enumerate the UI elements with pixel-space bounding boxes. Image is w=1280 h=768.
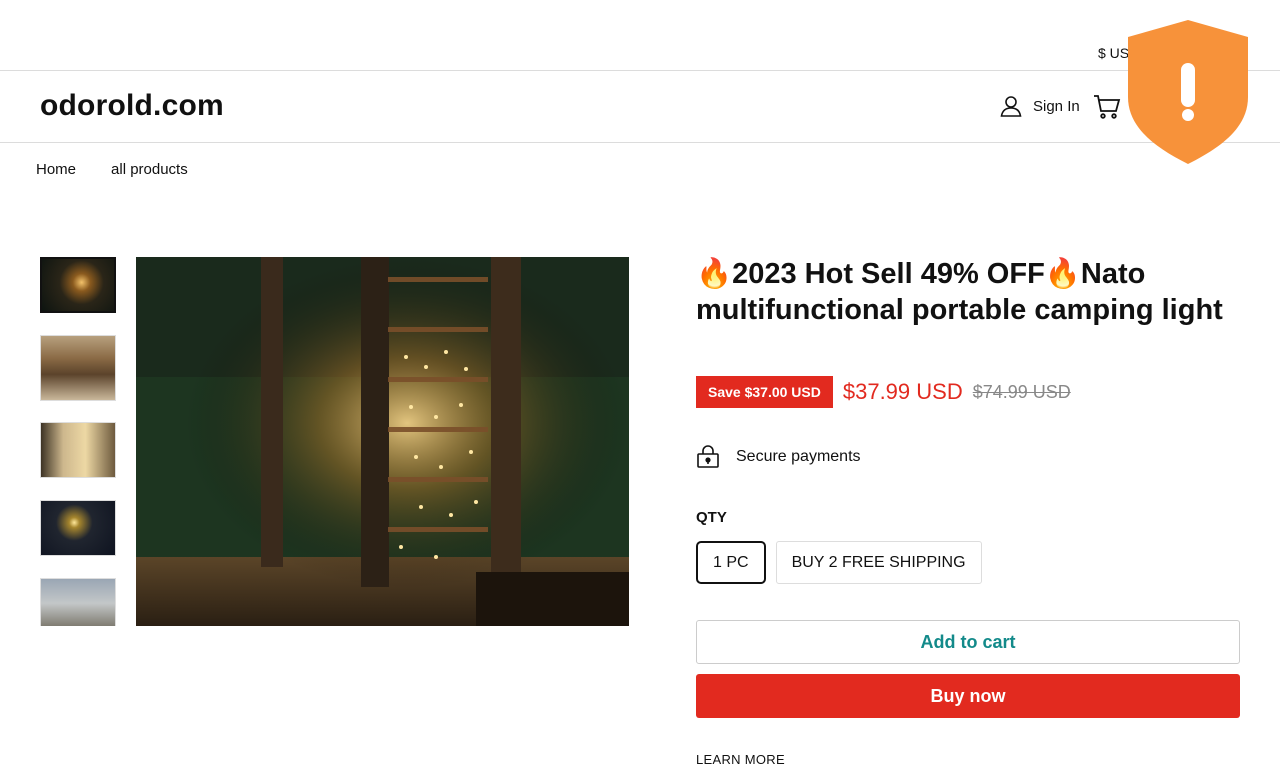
product-photo [136, 257, 629, 626]
sale-price: $37.99 USD [842, 379, 963, 404]
user-icon [1000, 96, 1022, 117]
thumbnail-list[interactable] [40, 257, 116, 626]
main-nav: Home all products [36, 161, 188, 178]
sign-in-label: Sign In [1033, 97, 1080, 115]
learn-more-link[interactable]: LEARN MORE [696, 752, 785, 767]
qty-label: QTY [696, 509, 727, 526]
currency-selector[interactable]: $ US [1098, 45, 1129, 61]
sign-in-link[interactable]: Sign In [999, 94, 1080, 118]
save-badge: Save $37.00 USD [696, 376, 833, 408]
variant-options: 1 PC BUY 2 FREE SHIPPING [696, 541, 982, 584]
product-main-image[interactable] [136, 257, 629, 626]
site-logo[interactable]: odorold.com [40, 89, 224, 123]
variant-1-pc[interactable]: 1 PC [696, 541, 766, 584]
lock-icon [697, 445, 719, 468]
thumbnail-1[interactable] [40, 257, 116, 313]
thumbnail-4[interactable] [40, 500, 116, 556]
price-row: Save $37.00 USD $37.99 USD $74.99 USD [696, 376, 1071, 408]
site-header: odorold.com Sign In [0, 71, 1280, 143]
nav-all-products[interactable]: all products [111, 161, 188, 178]
shield-alert-icon[interactable] [1126, 19, 1250, 165]
product-title: 🔥2023 Hot Sell 49% OFF🔥Nato multifunctio… [696, 258, 1223, 326]
variant-buy-2[interactable]: BUY 2 FREE SHIPPING [775, 541, 982, 584]
secure-payments: Secure payments [696, 445, 861, 469]
thumbnail-2[interactable] [40, 335, 116, 401]
thumbnail-5[interactable] [40, 578, 116, 626]
cart-icon[interactable] [1093, 94, 1121, 120]
add-to-cart-button[interactable]: Add to cart [696, 620, 1240, 664]
thumbnail-3[interactable] [40, 422, 116, 478]
top-bar: $ US [0, 0, 1280, 71]
nav-home[interactable]: Home [36, 161, 76, 178]
buy-now-button[interactable]: Buy now [696, 674, 1240, 718]
secure-payments-label: Secure payments [736, 448, 861, 465]
compare-price: $74.99 USD [972, 381, 1071, 402]
